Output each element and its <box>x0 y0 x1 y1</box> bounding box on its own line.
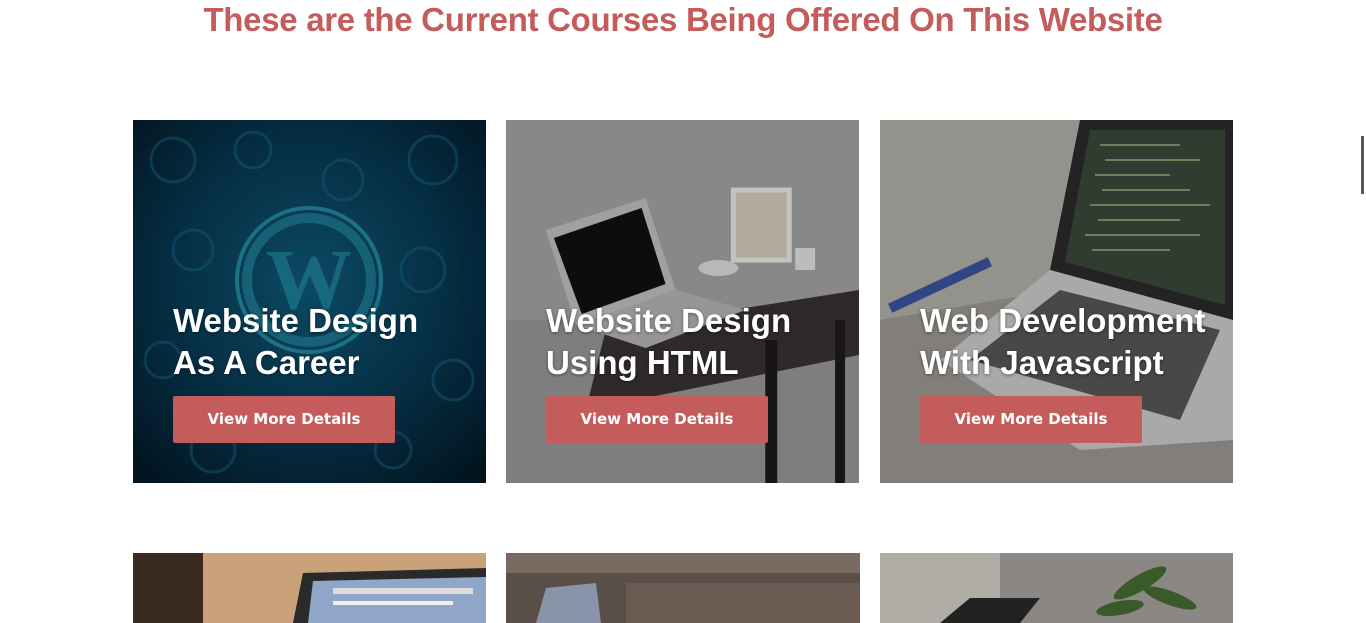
view-more-details-button[interactable]: View More Details <box>173 396 395 443</box>
courses-page: These are the Current Courses Being Offe… <box>0 0 1366 623</box>
card-content: Web Development With Javascript View Mor… <box>920 300 1215 443</box>
section-title: These are the Current Courses Being Offe… <box>203 1 1163 38</box>
course-card-lower-1[interactable] <box>133 553 486 623</box>
course-title: Website Design As A Career <box>173 302 419 381</box>
course-title: Web Development With Javascript <box>920 302 1206 381</box>
course-card-javascript: Web Development With Javascript View Mor… <box>880 120 1233 483</box>
course-card-lower-2[interactable] <box>506 553 860 623</box>
plant-laptop-photo <box>880 553 1233 623</box>
desk-laptop-photo <box>506 553 860 623</box>
view-more-details-button[interactable]: View More Details <box>920 396 1142 443</box>
view-more-details-button[interactable]: View More Details <box>546 396 768 443</box>
card-content: Website Design As A Career View More Det… <box>173 300 468 443</box>
course-card-wordpress: W Website Design As A Career View More D… <box>133 120 486 483</box>
card-content: Website Design Using HTML View More Deta… <box>546 300 841 443</box>
course-card-lower-3[interactable] <box>880 553 1233 623</box>
laptop-screen-photo <box>133 553 486 623</box>
scrollbar[interactable] <box>1361 136 1364 194</box>
course-title: Website Design Using HTML <box>546 302 792 381</box>
course-card-html: Website Design Using HTML View More Deta… <box>506 120 859 483</box>
